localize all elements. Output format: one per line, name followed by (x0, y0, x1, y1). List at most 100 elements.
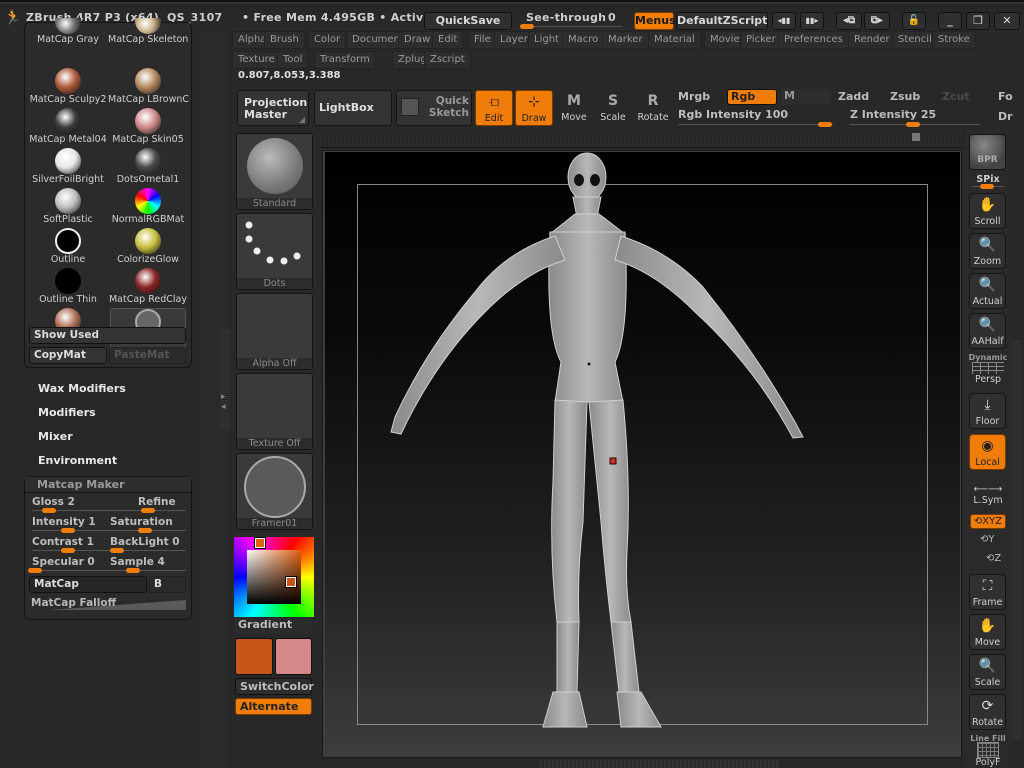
scroll-left-icon[interactable]: ◂▮▮ (772, 12, 796, 30)
frame-button[interactable]: ⛶ Frame (969, 574, 1006, 610)
rotate-view-button[interactable]: ⟳ Rotate (969, 694, 1006, 730)
secondary-color-swatch[interactable] (275, 638, 312, 675)
zoom-button[interactable]: 🔍 Zoom (969, 233, 1006, 269)
quick-sketch-button[interactable]: Quick Sketch (396, 90, 472, 126)
matcap-slider-knob[interactable] (61, 548, 75, 553)
color-picker[interactable] (234, 537, 314, 617)
matcap-slider[interactable]: Intensity 1 (32, 516, 110, 534)
menu-edit[interactable]: Edit (432, 31, 464, 49)
zsub-button[interactable]: Zsub (890, 90, 920, 103)
alternate-button[interactable]: Alternate (235, 698, 312, 715)
menu-zscript[interactable]: Zscript (424, 51, 471, 69)
menu-file[interactable]: File (468, 31, 497, 49)
menu-material[interactable]: Material (648, 31, 701, 49)
matcap-slider[interactable]: Refine (110, 496, 186, 514)
show-used-button[interactable]: Show Used (29, 327, 186, 344)
scroll-button[interactable]: ✋ Scroll (969, 193, 1006, 229)
brush-thumbnail[interactable]: Standard (236, 133, 313, 210)
rgb-button[interactable]: Rgb (727, 89, 777, 105)
persp-button[interactable]: Persp (967, 374, 1009, 385)
material-item[interactable]: MatCap Skin05 (108, 108, 188, 148)
rgb-intensity-knob[interactable] (818, 122, 832, 127)
move-view-button[interactable]: ✋ Move (969, 614, 1006, 650)
canvas-horizontal-scroll[interactable] (320, 130, 965, 148)
alpha-thumbnail[interactable]: Alpha Off (236, 293, 313, 370)
projection-master-button[interactable]: Projection Master (237, 90, 309, 126)
material-item[interactable]: ColorizeGlow (108, 228, 188, 268)
stroke-thumbnail[interactable]: Dots (236, 213, 313, 290)
matcap-slider-knob[interactable] (126, 568, 140, 573)
matcap-slider-knob[interactable] (28, 568, 42, 573)
material-item[interactable]: Outline (28, 228, 108, 268)
menu-color[interactable]: Color (308, 31, 347, 49)
transpose-marker[interactable] (609, 457, 617, 465)
lock-icon[interactable]: 🔓 (902, 12, 926, 30)
gradient-toggle[interactable]: Gradient (234, 618, 312, 634)
mrgb-button[interactable]: Mrgb (678, 90, 710, 103)
material-item[interactable]: MatCap Skeleton (108, 18, 188, 58)
floor-button[interactable]: ⤓ Floor (969, 393, 1006, 429)
main-color-swatch[interactable] (235, 638, 273, 675)
menu-preferences[interactable]: Preferences (778, 31, 849, 49)
scale-button[interactable]: S Scale (594, 90, 632, 126)
alien-model[interactable] (325, 152, 960, 752)
menu-transform[interactable]: Transform (314, 51, 376, 69)
left-tray-arrow-icon[interactable]: ▸ ◂ (221, 392, 226, 412)
seethrough-slider[interactable]: See-through 0 (518, 11, 628, 32)
matcap-slider[interactable]: Gloss 2 (32, 496, 110, 514)
z-intensity-slider[interactable]: Z Intensity 25 (850, 108, 990, 128)
z-axis-button[interactable]: ⟲Z (986, 553, 1001, 564)
matcap-slider[interactable]: Sample 4 (110, 556, 186, 574)
menu-light[interactable]: Light (528, 31, 565, 49)
section-mixer[interactable]: Mixer (38, 430, 73, 443)
menu-macro[interactable]: Macro (562, 31, 605, 49)
left-tray-scroll[interactable] (220, 330, 230, 430)
material-item[interactable]: MatCap LBrownC (108, 68, 189, 108)
material-item[interactable]: MatCap Metal04 (28, 108, 108, 148)
sv-marker[interactable] (285, 576, 297, 588)
edit-button[interactable]: ⟤ Edit (475, 90, 513, 126)
seethrough-knob[interactable] (520, 24, 534, 29)
matcap-slider[interactable]: Contrast 1 (32, 536, 110, 554)
matcap-slider-knob[interactable] (138, 528, 152, 533)
rgb-intensity-slider[interactable]: Rgb Intensity 100 (678, 108, 838, 128)
xyz-button[interactable]: ⟲XYZ (970, 514, 1006, 529)
tray-left-icon[interactable]: ◂⧉ (836, 12, 862, 30)
actual-button[interactable]: 🔍 Actual (969, 273, 1006, 309)
copymat-button[interactable]: CopyMat (29, 347, 107, 364)
zadd-button[interactable]: Zadd (838, 90, 869, 103)
matcap-maker-header[interactable]: Matcap Maker (25, 477, 191, 493)
material-thumbnail[interactable]: Framer01 (236, 453, 313, 530)
matcap-slider-knob[interactable] (110, 548, 124, 553)
menu-stroke[interactable]: Stroke (932, 31, 976, 49)
texture-thumbnail[interactable]: Texture Off (236, 373, 313, 450)
matcap-falloff-curve[interactable]: MatCap Falloff (29, 597, 186, 611)
tray-right-icon[interactable]: ⧉▸ (864, 12, 890, 30)
b-button[interactable]: B (149, 576, 186, 593)
aahalf-button[interactable]: 🔍 AAHalf (969, 313, 1006, 349)
material-item[interactable]: NormalRGBMat (108, 188, 188, 228)
matcap-slider-knob[interactable] (42, 508, 56, 513)
scroll-right-icon[interactable]: ▮▮▸ (800, 12, 824, 30)
z-intensity-knob[interactable] (906, 122, 920, 127)
horizontal-scroll-thumb[interactable] (912, 133, 920, 141)
local-button[interactable]: ◉ Local (969, 434, 1006, 470)
menu-picker[interactable]: Picker (740, 31, 782, 49)
matcap-slider-knob[interactable] (141, 508, 155, 513)
restore-icon[interactable]: ❐ (966, 12, 990, 30)
quicksave-button[interactable]: QuickSave (424, 12, 512, 30)
close-icon[interactable]: ✕ (994, 12, 1020, 30)
menus-button[interactable]: Menus (634, 12, 676, 30)
matcap-slider[interactable]: Saturation (110, 516, 186, 534)
y-axis-button[interactable]: ⟲Y (980, 534, 995, 545)
lsym-button[interactable]: L.Sym (967, 495, 1009, 506)
material-item[interactable]: SilverFoilBright (28, 148, 108, 188)
draw-button[interactable]: ⊹ Draw (515, 90, 553, 126)
matcap-slider[interactable]: Specular 0 (28, 556, 110, 574)
menu-marker[interactable]: Marker (602, 31, 649, 49)
menu-texture[interactable]: Texture (232, 51, 281, 69)
material-item[interactable]: DotsOmetal1 (108, 148, 188, 188)
minimize-icon[interactable]: _ (938, 12, 962, 30)
menu-render[interactable]: Render (848, 31, 896, 49)
material-item[interactable]: MatCap Sculpy2 (28, 68, 108, 108)
